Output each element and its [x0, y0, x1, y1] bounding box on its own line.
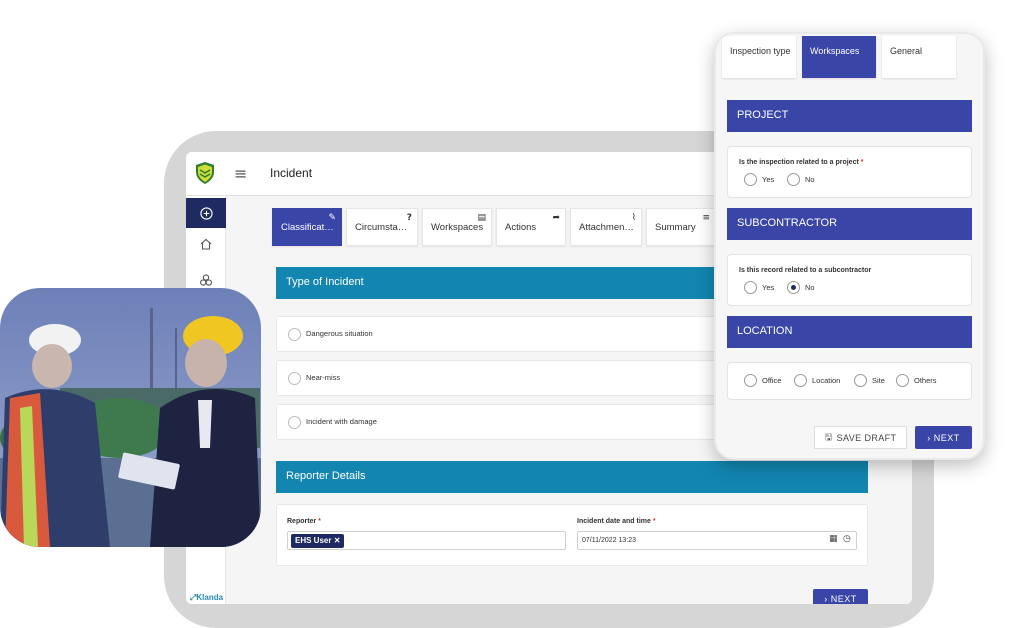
date-value: 07/11/2022 13:23: [582, 537, 636, 544]
section-header-project: PROJECT: [727, 100, 972, 132]
clock-icon[interactable]: ◷: [843, 534, 851, 544]
location-option-others[interactable]: Others: [896, 374, 937, 387]
form-tabs: Classificat… ✎ Circumsta… ? Workspaces ▤…: [272, 208, 716, 246]
app-logo-icon: [196, 162, 214, 184]
tab-summary[interactable]: Summary ≡: [646, 208, 716, 246]
home-icon[interactable]: [196, 234, 216, 254]
tab-label: Classificat…: [281, 222, 334, 233]
reporter-field[interactable]: EHS User ✕: [287, 531, 566, 550]
subcontractor-option-no[interactable]: No: [787, 281, 815, 294]
option-label: Dangerous situation: [306, 329, 373, 338]
subcontractor-option-yes[interactable]: Yes: [744, 281, 774, 294]
project-option-no[interactable]: No: [787, 173, 815, 186]
plus-circle-icon: [199, 206, 213, 220]
section-header-location: LOCATION: [727, 316, 972, 348]
tab-inspection-type[interactable]: Inspection type: [722, 36, 796, 78]
tab-label: Inspection type: [730, 46, 791, 56]
tab-general[interactable]: General: [882, 36, 956, 78]
radio-button-selected[interactable]: [787, 281, 800, 294]
location-card: Office Location Site Others: [727, 362, 972, 400]
tab-actions[interactable]: Actions ➦: [496, 208, 566, 246]
phone-next-button[interactable]: › NEXT: [915, 426, 972, 449]
page-title: Incident: [270, 166, 313, 180]
section-header-reporter: Reporter Details: [276, 461, 868, 493]
next-button[interactable]: › NEXT: [813, 589, 868, 604]
radio-button[interactable]: [744, 374, 757, 387]
chevron-right-icon: ›: [927, 432, 931, 443]
subcontractor-question: Is this record related to a subcontracto…: [739, 267, 872, 274]
reporter-card: Reporter * EHS User ✕ Incident date and …: [276, 504, 868, 566]
add-button[interactable]: [186, 198, 226, 228]
location-option-location[interactable]: Location: [794, 374, 840, 387]
tab-attachments[interactable]: Attachmen… ⌇: [570, 208, 642, 246]
brand-logo: ⤢Klanda: [190, 593, 224, 602]
reporter-chip: EHS User ✕: [291, 534, 345, 548]
phone-tabs: Inspection type Workspaces General: [722, 36, 956, 78]
radio-button[interactable]: [854, 374, 867, 387]
tab-workspaces[interactable]: Workspaces: [802, 36, 876, 78]
radio-button[interactable]: [288, 328, 301, 341]
remove-icon[interactable]: ✕: [334, 536, 341, 545]
edit-icon: ✎: [328, 213, 336, 223]
tab-workspaces[interactable]: Workspaces ▤: [422, 208, 492, 246]
radio-button[interactable]: [744, 173, 757, 186]
tab-label: Summary: [655, 222, 696, 233]
building-icon: ▤: [477, 213, 486, 223]
tab-label: Workspaces: [810, 46, 860, 56]
tab-label: Actions: [505, 222, 537, 233]
list-icon: ≡: [702, 213, 710, 223]
reporter-label: Reporter *: [287, 518, 321, 525]
project-card: Is the inspection related to a project *…: [727, 146, 972, 198]
tab-classification[interactable]: Classificat… ✎: [272, 208, 342, 246]
incident-date-field[interactable]: 07/11/2022 13:23 ▦ ◷: [577, 531, 857, 550]
chevron-right-icon: ›: [824, 594, 828, 604]
scroll-shadow: [736, 458, 966, 460]
tab-label: Attachmen…: [579, 222, 634, 233]
date-label: Incident date and time *: [577, 518, 656, 525]
workers-photo: [0, 288, 261, 547]
tab-label: Circumsta…: [355, 222, 408, 233]
location-option-site[interactable]: Site: [854, 374, 885, 387]
calendar-icon[interactable]: ▦: [829, 534, 838, 544]
radio-button[interactable]: [288, 372, 301, 385]
phone-mockup: Inspection type Workspaces General PROJE…: [714, 32, 985, 460]
tab-label: General: [890, 46, 923, 56]
project-question: Is the inspection related to a project *: [739, 159, 864, 166]
option-label: Incident with damage: [306, 417, 377, 426]
tab-circumstances[interactable]: Circumsta… ?: [346, 208, 418, 246]
radio-button[interactable]: [288, 416, 301, 429]
save-icon: 🖫: [824, 431, 833, 442]
marketing-composite: ≡ Incident ⤢Klanda Classificat… ✎ Circum…: [0, 0, 1024, 628]
subcontractor-card: Is this record related to a subcontracto…: [727, 254, 972, 306]
save-draft-button[interactable]: 🖫 SAVE DRAFT: [814, 426, 907, 449]
section-header-subcontractor: SUBCONTRACTOR: [727, 208, 972, 240]
radio-button[interactable]: [794, 374, 807, 387]
paperclip-icon: ⌇: [631, 213, 636, 223]
option-label: Near-miss: [306, 373, 341, 382]
modules-icon[interactable]: [196, 270, 216, 290]
radio-button[interactable]: [896, 374, 909, 387]
project-option-yes[interactable]: Yes: [744, 173, 774, 186]
tab-label: Workspaces: [431, 222, 484, 233]
radio-button[interactable]: [787, 173, 800, 186]
location-option-office[interactable]: Office: [744, 374, 781, 387]
hamburger-menu-icon[interactable]: ≡: [234, 164, 247, 183]
share-arrow-icon: ➦: [552, 213, 560, 223]
question-icon: ?: [406, 213, 412, 223]
radio-button[interactable]: [744, 281, 757, 294]
